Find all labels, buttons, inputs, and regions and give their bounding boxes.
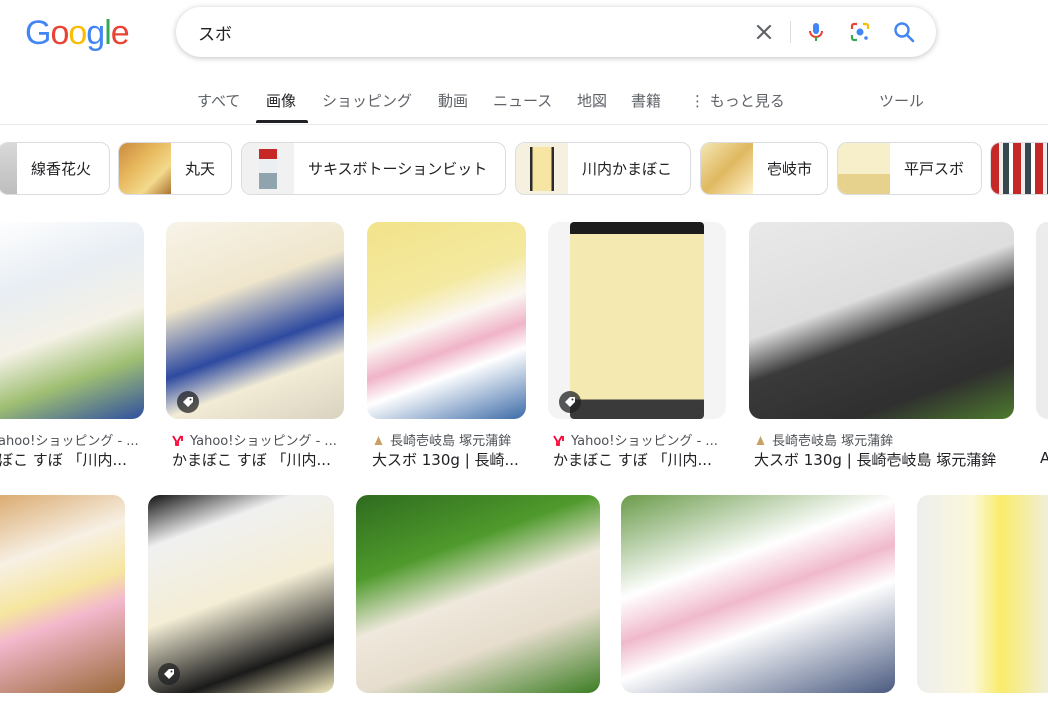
image-result[interactable] bbox=[356, 495, 600, 693]
image-result[interactable] bbox=[166, 222, 344, 419]
result-title[interactable]: 大スボ 130g | 長崎... bbox=[372, 449, 522, 470]
image-result[interactable] bbox=[0, 495, 125, 693]
lens-icon[interactable] bbox=[848, 20, 872, 44]
result-source-text: 長崎壱岐島 塚元蒲鉾 bbox=[390, 434, 512, 449]
microphone-icon[interactable] bbox=[804, 20, 828, 44]
tsukamoto-favicon-icon bbox=[756, 436, 765, 445]
more-vert-icon: ⋮ bbox=[690, 92, 705, 110]
result-source-tsukamoto[interactable]: 長崎壱岐島 塚元蒲鉾 bbox=[754, 430, 1019, 449]
image-result[interactable] bbox=[548, 222, 726, 419]
tab-shopping[interactable]: ショッピング bbox=[322, 90, 412, 111]
image-result[interactable] bbox=[749, 222, 1014, 419]
result-title[interactable]: A bbox=[1040, 449, 1048, 467]
tab-news[interactable]: ニュース bbox=[493, 90, 552, 111]
result-source[interactable]: ahoo!ショッピング - ... bbox=[0, 430, 143, 449]
tsukamoto-favicon-icon bbox=[374, 436, 383, 445]
chip-thumbnail bbox=[119, 143, 171, 194]
search-divider bbox=[790, 21, 791, 43]
tab-images[interactable]: 画像 bbox=[266, 90, 296, 111]
chip-sakisubo[interactable]: サキスボトーションビット bbox=[241, 142, 506, 195]
result-title[interactable]: かまぼこ すぼ 「川内... bbox=[553, 449, 728, 470]
search-bar bbox=[176, 7, 936, 57]
tab-tools[interactable]: ツール bbox=[879, 90, 924, 111]
search-input[interactable] bbox=[198, 17, 738, 47]
chip-label: 丸天 bbox=[185, 160, 216, 178]
chip-more[interactable] bbox=[990, 142, 1048, 195]
google-logo[interactable]: Google bbox=[25, 14, 130, 53]
tab-books[interactable]: 書籍 bbox=[631, 90, 661, 111]
tab-videos[interactable]: 動画 bbox=[438, 90, 468, 111]
search-tabs: すべて 画像 ショッピング 動画 ニュース 地図 書籍 ⋮ もっと見る ツール bbox=[0, 80, 1048, 124]
chip-label: 壱岐市 bbox=[767, 160, 813, 178]
chip-thumbnail bbox=[838, 143, 890, 194]
image-result[interactable] bbox=[917, 495, 1048, 693]
tab-more-label: もっと見る bbox=[709, 92, 785, 110]
image-result[interactable] bbox=[148, 495, 334, 693]
chip-maruten[interactable]: 丸天 bbox=[118, 142, 232, 195]
result-source-yahoo[interactable]: Yahoo!ショッピング - ... bbox=[172, 430, 347, 449]
image-result[interactable] bbox=[0, 222, 144, 419]
result-source-tsukamoto[interactable]: 長崎壱岐島 塚元蒲鉾 bbox=[372, 430, 532, 449]
chip-senko-hanabi[interactable]: 線香花火 bbox=[0, 142, 110, 195]
chip-thumbnail bbox=[991, 143, 1048, 194]
clear-icon[interactable] bbox=[752, 20, 776, 44]
result-source-text: 長崎壱岐島 塚元蒲鉾 bbox=[772, 434, 894, 449]
search-icon[interactable] bbox=[892, 20, 916, 44]
image-result[interactable] bbox=[621, 495, 895, 693]
chip-label: 線香花火 bbox=[31, 160, 92, 178]
chip-thumbnail bbox=[242, 143, 294, 194]
chip-thumbnail bbox=[516, 143, 568, 194]
chip-label: 平戸スボ bbox=[904, 160, 965, 178]
result-title[interactable]: かまぼこ すぼ 「川内... bbox=[172, 449, 347, 470]
active-tab-indicator bbox=[256, 120, 308, 123]
image-result[interactable] bbox=[367, 222, 526, 419]
image-result[interactable] bbox=[1036, 222, 1048, 419]
tabs-divider bbox=[0, 124, 1048, 125]
result-source-text: Yahoo!ショッピング - ... bbox=[571, 434, 718, 449]
chip-iki-city[interactable]: 壱岐市 bbox=[700, 142, 828, 195]
tab-more[interactable]: ⋮ もっと見る bbox=[690, 90, 785, 111]
chip-label: サキスボトーションビット bbox=[308, 160, 488, 178]
chip-sendai-kamaboko[interactable]: 川内かまぼこ bbox=[515, 142, 691, 195]
chip-thumbnail bbox=[0, 143, 17, 194]
result-title[interactable]: 大スボ 130g | 長崎壱岐島 塚元蒲鉾 bbox=[754, 449, 1019, 470]
chip-hirado-subo[interactable]: 平戸スボ bbox=[837, 142, 982, 195]
result-source-yahoo[interactable]: Yahoo!ショッピング - ... bbox=[553, 430, 728, 449]
tab-maps[interactable]: 地図 bbox=[577, 90, 607, 111]
tab-all[interactable]: すべて bbox=[197, 90, 240, 111]
chip-thumbnail bbox=[701, 143, 753, 194]
chip-label: 川内かまぼこ bbox=[582, 160, 673, 178]
shopping-tag-icon bbox=[158, 663, 180, 685]
shopping-tag-icon bbox=[177, 391, 199, 413]
result-source-text: Yahoo!ショッピング - ... bbox=[190, 434, 337, 449]
shopping-tag-icon bbox=[559, 391, 581, 413]
yahoo-favicon-icon bbox=[172, 435, 183, 446]
result-title[interactable]: ぼこ すぼ 「川内... bbox=[0, 449, 143, 470]
yahoo-favicon-icon bbox=[553, 435, 564, 446]
